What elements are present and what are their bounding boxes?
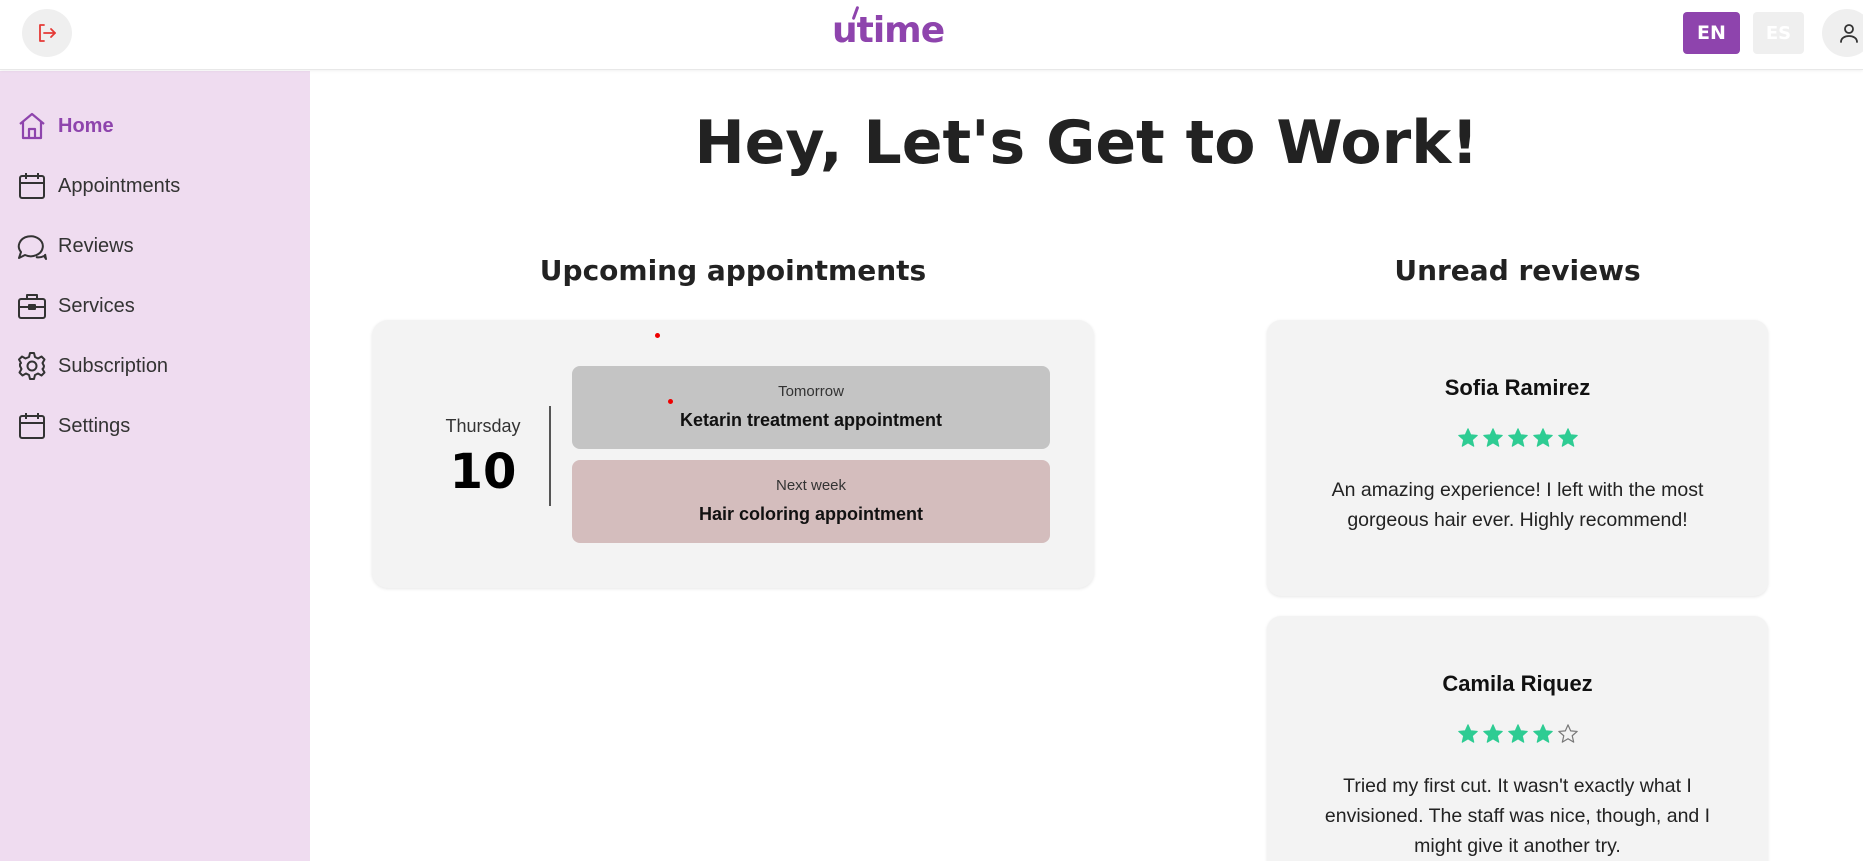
star-rating <box>1267 427 1768 449</box>
calendar-icon <box>19 413 45 439</box>
star-filled-icon <box>1507 428 1528 447</box>
review-card[interactable]: Camila Riquez Tried my first cut. It was… <box>1267 616 1768 861</box>
appointment-when: Next week <box>775 477 847 494</box>
appointments-section-title: Upcoming appointments <box>539 254 927 287</box>
date-day-name: Thursday <box>445 416 521 436</box>
appointments-card: Thursday 10 Tomorrow Ketarin treatment a… <box>372 320 1094 588</box>
sidebar-item-services[interactable]: Services <box>16 286 135 326</box>
user-profile-button[interactable] <box>1822 9 1863 57</box>
user-icon <box>1840 24 1858 43</box>
star-filled-icon <box>1482 428 1503 447</box>
star-rating <box>1267 723 1768 745</box>
sidebar-item-reviews[interactable]: Reviews <box>16 226 134 266</box>
star-filled-icon <box>1557 428 1578 447</box>
appointment-title: Hair coloring appointment <box>698 504 923 524</box>
star-filled-icon <box>1507 724 1528 743</box>
sidebar-item-label: Settings <box>58 414 131 437</box>
briefcase-icon <box>18 294 46 319</box>
app-logo[interactable]: utime <box>832 5 945 51</box>
date-day-number: 10 <box>449 444 517 500</box>
sidebar-item-subscription[interactable]: Subscription <box>16 346 168 386</box>
star-filled-icon <box>1482 724 1503 743</box>
reviewer-name: Sofia Ramirez <box>1444 375 1591 400</box>
chat-bubbles-icon <box>17 235 47 260</box>
star-filled-icon <box>1532 724 1553 743</box>
sidebar-item-settings[interactable]: Settings <box>16 406 130 446</box>
logo-text: utime <box>832 10 945 51</box>
star-filled-icon <box>1457 724 1478 743</box>
language-es-button[interactable]: ES <box>1753 12 1804 54</box>
sidebar-item-label: Appointments <box>58 174 181 197</box>
review-text: Tried my first cut. It wasn't exactly wh… <box>1324 775 1711 857</box>
sidebar-item-appointments[interactable]: Appointments <box>16 166 180 206</box>
calendar-icon <box>19 173 45 199</box>
star-empty-icon <box>1557 724 1578 743</box>
appointment-when: Tomorrow <box>778 383 844 400</box>
language-en-button[interactable]: EN <box>1683 12 1740 54</box>
sidebar-item-label: Services <box>58 294 135 317</box>
red-dot-marker <box>668 399 673 404</box>
sidebar-item-label: Home <box>58 114 114 137</box>
reviewer-name: Camila Riquez <box>1442 671 1593 696</box>
review-card[interactable]: Sofia Ramirez An amazing experience! I l… <box>1267 320 1768 596</box>
review-text: An amazing experience! I left with the m… <box>1331 479 1704 531</box>
gear-icon <box>18 352 46 380</box>
reviews-section-title: Unread reviews <box>1394 254 1641 287</box>
red-dot-marker <box>655 333 660 338</box>
sidebar: Home Appointments Reviews Services Subsc… <box>0 71 310 861</box>
star-filled-icon <box>1457 428 1478 447</box>
logout-button[interactable] <box>22 9 72 57</box>
appointment-item[interactable]: Tomorrow Ketarin treatment appointment <box>572 366 1050 449</box>
sidebar-item-label: Reviews <box>58 234 134 257</box>
page-title: Hey, Let's Get to Work! <box>694 108 1479 178</box>
sidebar-item-label: Subscription <box>58 354 169 377</box>
date-divider <box>549 406 551 506</box>
sidebar-item-home[interactable]: Home <box>16 106 114 146</box>
appointment-title: Ketarin treatment appointment <box>679 410 943 430</box>
top-bar: utime EN ES <box>0 0 1863 70</box>
appointment-item[interactable]: Next week Hair coloring appointment <box>572 460 1050 543</box>
home-icon <box>19 112 45 140</box>
star-filled-icon <box>1532 428 1553 447</box>
logout-icon <box>39 24 56 42</box>
